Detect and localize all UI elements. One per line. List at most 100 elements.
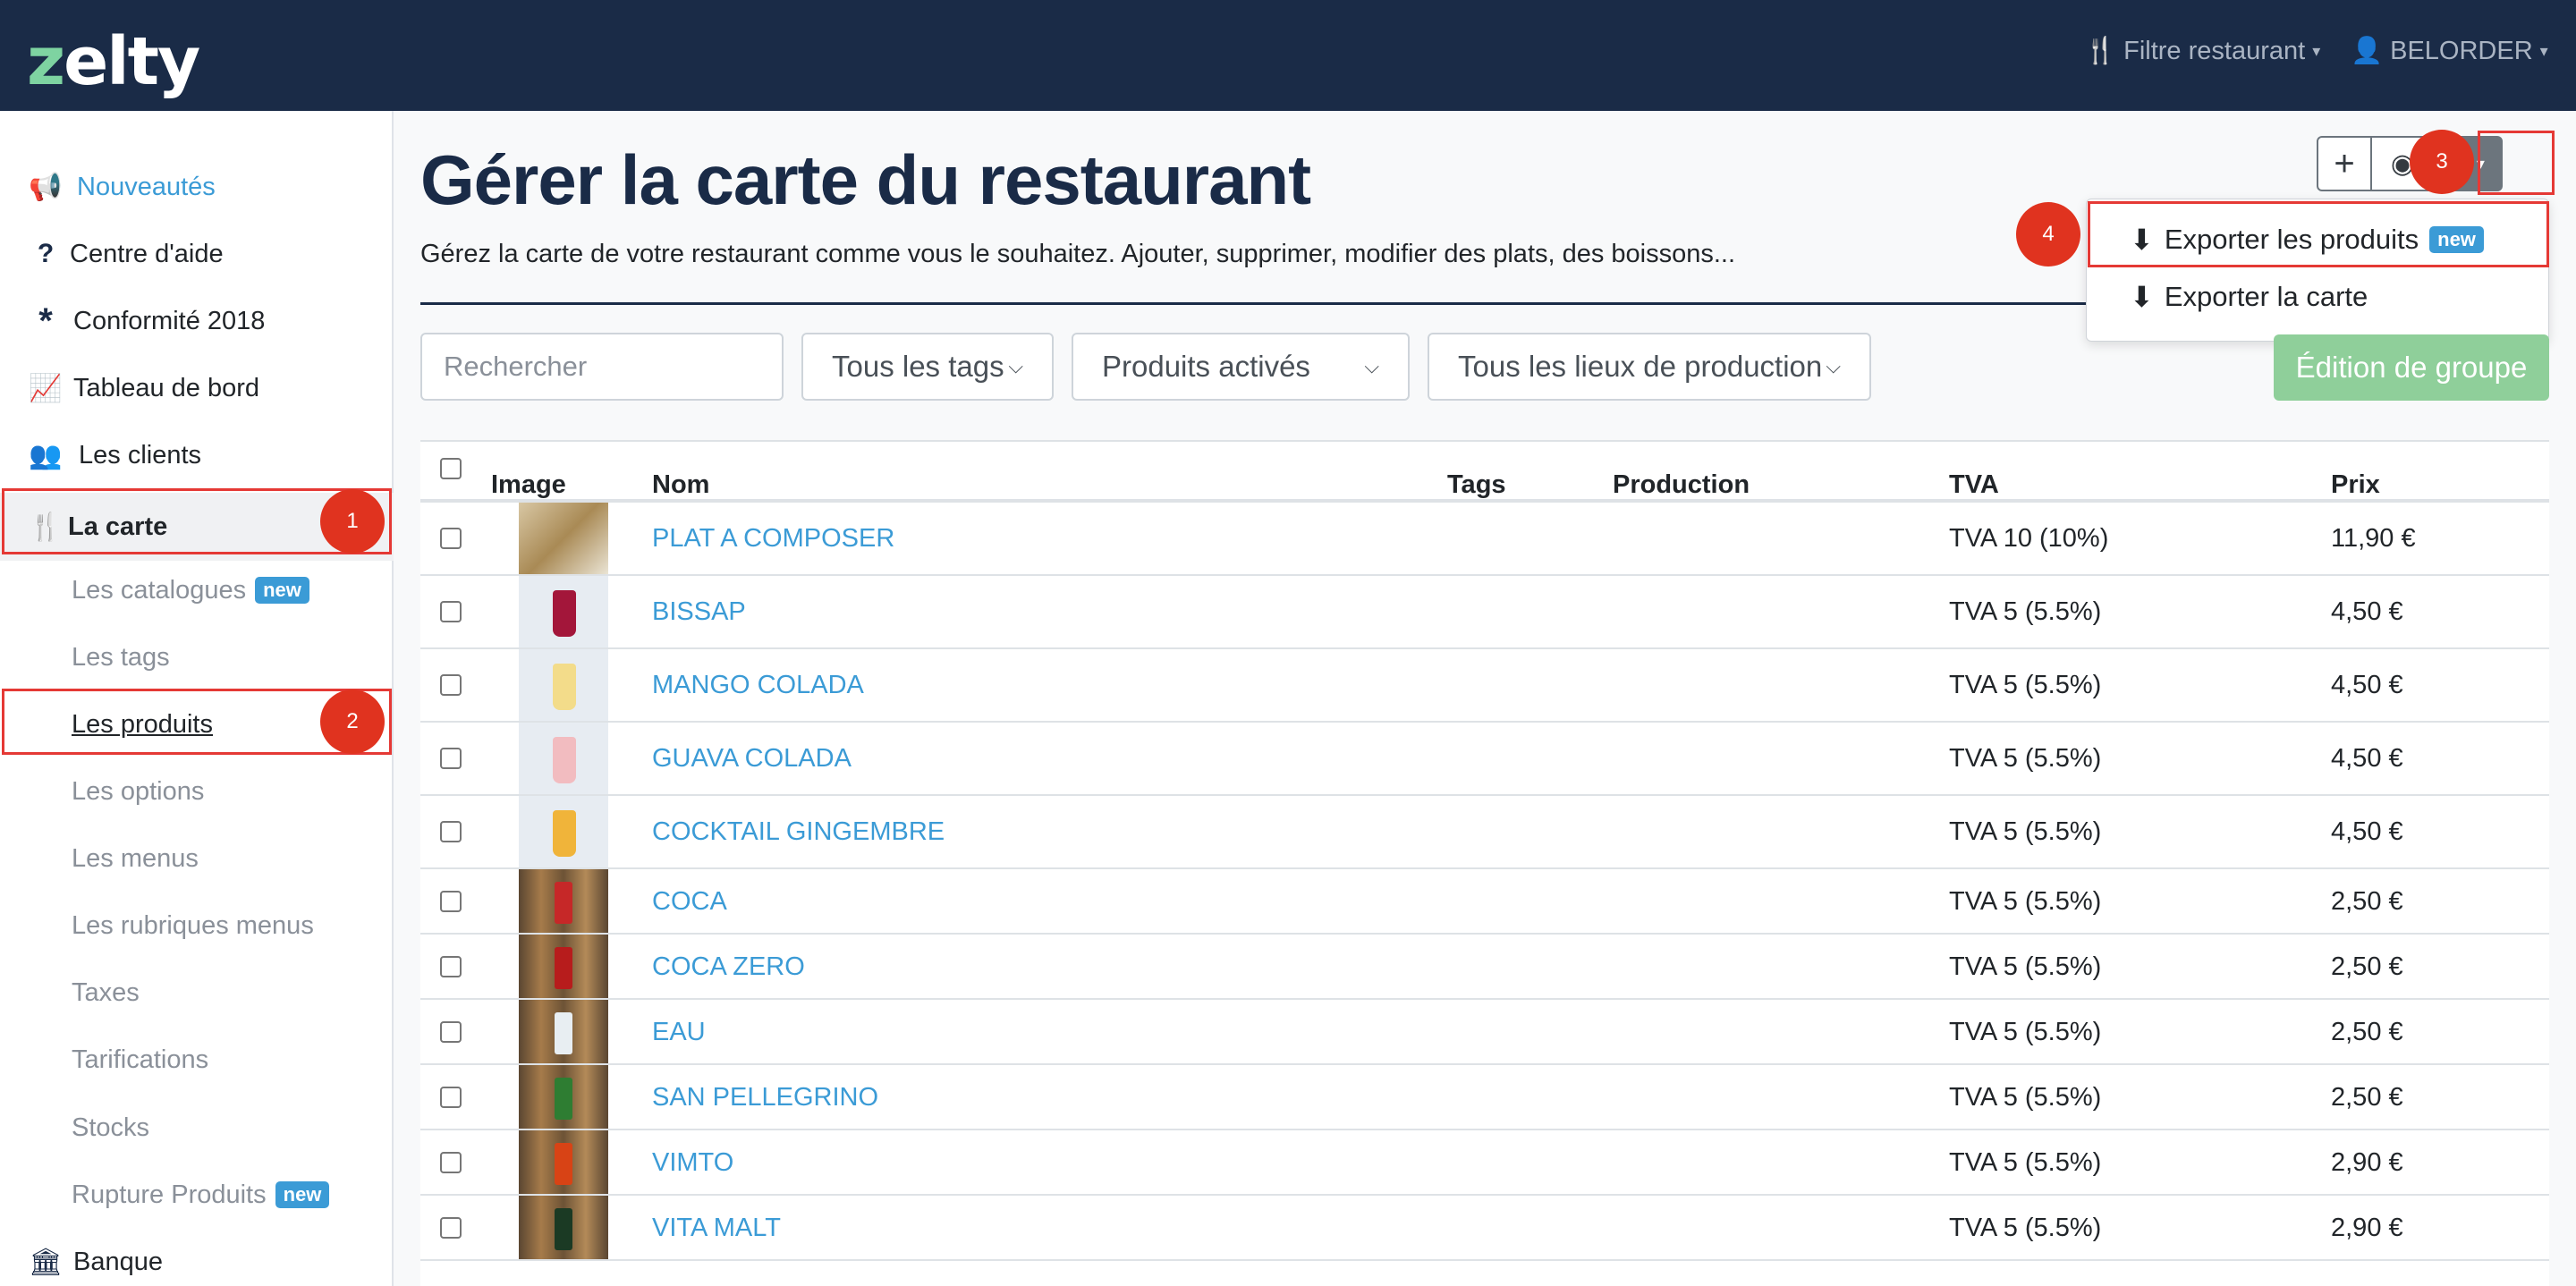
product-thumbnail: [519, 649, 608, 721]
product-name-link[interactable]: MANGO COLADA: [652, 671, 864, 700]
question-icon: ?: [37, 239, 55, 268]
chart-icon: 📈: [29, 373, 63, 403]
product-thumbnail: [519, 935, 608, 998]
row-checkbox[interactable]: [440, 1151, 462, 1173]
new-badge: new: [275, 1181, 330, 1208]
sidebar-item-bank[interactable]: 🏛 Banque: [0, 1232, 394, 1286]
product-tva: TVA 5 (5.5%): [1949, 1147, 2102, 1177]
caret-down-icon: ▾: [2312, 41, 2321, 60]
step-marker-1: 1: [320, 489, 385, 554]
step-marker-4: 4: [2016, 202, 2080, 267]
row-checkbox[interactable]: [440, 674, 462, 696]
user-menu-dropdown[interactable]: 👤 BELORDER ▾: [2351, 36, 2548, 66]
group-edit-button[interactable]: Édition de groupe: [2274, 334, 2549, 401]
row-checkbox[interactable]: [440, 955, 462, 977]
sidebar-item-tags[interactable]: Les tags: [0, 628, 394, 687]
sidebar-item-out-of-stock[interactable]: Rupture Produits new: [0, 1165, 394, 1224]
sidebar-item-help-center[interactable]: ? Centre d'aide: [0, 224, 394, 283]
column-header-image: Image: [491, 470, 566, 499]
product-name-link[interactable]: PLAT A COMPOSER: [652, 524, 894, 554]
product-price: 4,50 €: [2331, 817, 2403, 846]
asterisk-icon: *: [38, 300, 53, 341]
product-tva: TVA 5 (5.5%): [1949, 671, 2102, 699]
product-price: 2,50 €: [2331, 886, 2403, 916]
column-header-name[interactable]: Nom: [652, 470, 709, 500]
sidebar-item-stocks[interactable]: Stocks: [0, 1098, 394, 1157]
step-marker-3: 3: [2410, 130, 2474, 194]
product-tva: TVA 5 (5.5%): [1949, 1017, 2102, 1046]
table-row: BISSAP TVA 5 (5.5%) 4,50 €: [420, 576, 2549, 649]
product-tva: TVA 10 (10%): [1949, 524, 2109, 553]
row-checkbox[interactable]: [440, 890, 462, 912]
add-button[interactable]: +: [2317, 136, 2372, 191]
download-icon: ⬇: [2130, 281, 2154, 313]
select-all-checkbox[interactable]: [440, 458, 462, 479]
column-header-tags: Tags: [1447, 470, 1506, 499]
export-menu-item[interactable]: ⬇ Exporter la carte: [2130, 280, 2368, 314]
production-filter-select[interactable]: Tous les lieux de production ⌵: [1428, 333, 1871, 401]
restaurant-filter-label: Filtre restaurant: [2123, 36, 2306, 65]
product-name-link[interactable]: VIMTO: [652, 1148, 733, 1178]
product-name-link[interactable]: COCKTAIL GINGEMBRE: [652, 817, 945, 847]
product-thumbnail: [519, 1130, 608, 1194]
product-price: 2,50 €: [2331, 1017, 2403, 1046]
product-price: 11,90 €: [2331, 524, 2416, 553]
row-checkbox[interactable]: [440, 528, 462, 549]
page-subtitle: Gérez la carte de votre restaurant comme…: [420, 240, 1736, 268]
sidebar-item-menu-sections[interactable]: Les rubriques menus: [0, 896, 394, 955]
chevron-down-icon: ⌵: [1364, 355, 1379, 377]
tags-filter-select[interactable]: Tous les tags ⌵: [801, 333, 1054, 401]
product-name-link[interactable]: COCA ZERO: [652, 952, 805, 982]
annotation-box-export-button: [2478, 131, 2555, 195]
row-checkbox[interactable]: [440, 601, 462, 622]
product-name-link[interactable]: SAN PELLEGRINO: [652, 1083, 878, 1113]
product-price: 2,90 €: [2331, 1213, 2403, 1242]
column-header-tva[interactable]: TVA: [1949, 470, 1999, 500]
users-icon: 👥: [29, 440, 63, 470]
sidebar-item-menus[interactable]: Les menus: [0, 829, 394, 888]
user-name: BELORDER: [2390, 36, 2533, 65]
product-thumbnail: [519, 869, 608, 933]
table-row: PLAT A COMPOSER TVA 10 (10%) 11,90 €: [420, 503, 2549, 576]
row-checkbox[interactable]: [440, 1086, 462, 1108]
row-checkbox[interactable]: [440, 748, 462, 769]
product-tva: TVA 5 (5.5%): [1949, 744, 2102, 773]
sidebar-item-dashboard[interactable]: 📈 Tableau de bord: [0, 359, 394, 418]
product-thumbnail: [519, 1065, 608, 1129]
product-tva: TVA 5 (5.5%): [1949, 597, 2102, 626]
row-checkbox[interactable]: [440, 821, 462, 842]
product-name-link[interactable]: GUAVA COLADA: [652, 744, 852, 774]
product-name-link[interactable]: COCA: [652, 887, 727, 917]
sidebar-item-nouveautes[interactable]: 📢 Nouveautés: [0, 157, 394, 216]
product-name-link[interactable]: BISSAP: [652, 597, 746, 627]
product-name-link[interactable]: EAU: [652, 1018, 706, 1047]
product-price: 4,50 €: [2331, 744, 2403, 773]
new-badge: new: [255, 577, 309, 604]
user-icon: 👤: [2351, 37, 2384, 65]
row-checkbox[interactable]: [440, 1216, 462, 1239]
table-row: MANGO COLADA TVA 5 (5.5%) 4,50 €: [420, 649, 2549, 723]
status-filter-select[interactable]: Produits activés ⌵: [1072, 333, 1410, 401]
restaurant-filter-dropdown[interactable]: 🍴 Filtre restaurant ▾: [2084, 36, 2320, 66]
sidebar-item-taxes[interactable]: Taxes: [0, 963, 394, 1022]
sidebar-item-pricing[interactable]: Tarifications: [0, 1030, 394, 1089]
search-input[interactable]: Rechercher: [420, 333, 784, 401]
sidebar-item-options[interactable]: Les options: [0, 762, 394, 821]
product-price: 2,50 €: [2331, 952, 2403, 981]
product-name-link[interactable]: VITA MALT: [652, 1214, 781, 1243]
table-row: VITA MALT TVA 5 (5.5%) 2,90 €: [420, 1196, 2549, 1261]
product-tva: TVA 5 (5.5%): [1949, 817, 2102, 846]
sidebar-item-catalogues[interactable]: Les catalogues new: [0, 561, 394, 620]
table-row: COCKTAIL GINGEMBRE TVA 5 (5.5%) 4,50 €: [420, 796, 2549, 869]
product-tva: TVA 5 (5.5%): [1949, 1082, 2102, 1112]
zelty-logo[interactable]: zelty: [27, 23, 200, 100]
column-header-price[interactable]: Prix: [2331, 470, 2380, 500]
product-thumbnail: [519, 576, 608, 647]
product-price: 2,90 €: [2331, 1147, 2403, 1177]
table-row: EAU TVA 5 (5.5%) 2,50 €: [420, 1000, 2549, 1065]
sidebar-item-clients[interactable]: 👥 Les clients: [0, 426, 394, 485]
row-checkbox[interactable]: [440, 1020, 462, 1043]
sidebar-item-compliance[interactable]: * Conformité 2018: [0, 292, 394, 351]
chevron-down-icon: ⌵: [1826, 355, 1841, 377]
product-tva: TVA 5 (5.5%): [1949, 952, 2102, 981]
